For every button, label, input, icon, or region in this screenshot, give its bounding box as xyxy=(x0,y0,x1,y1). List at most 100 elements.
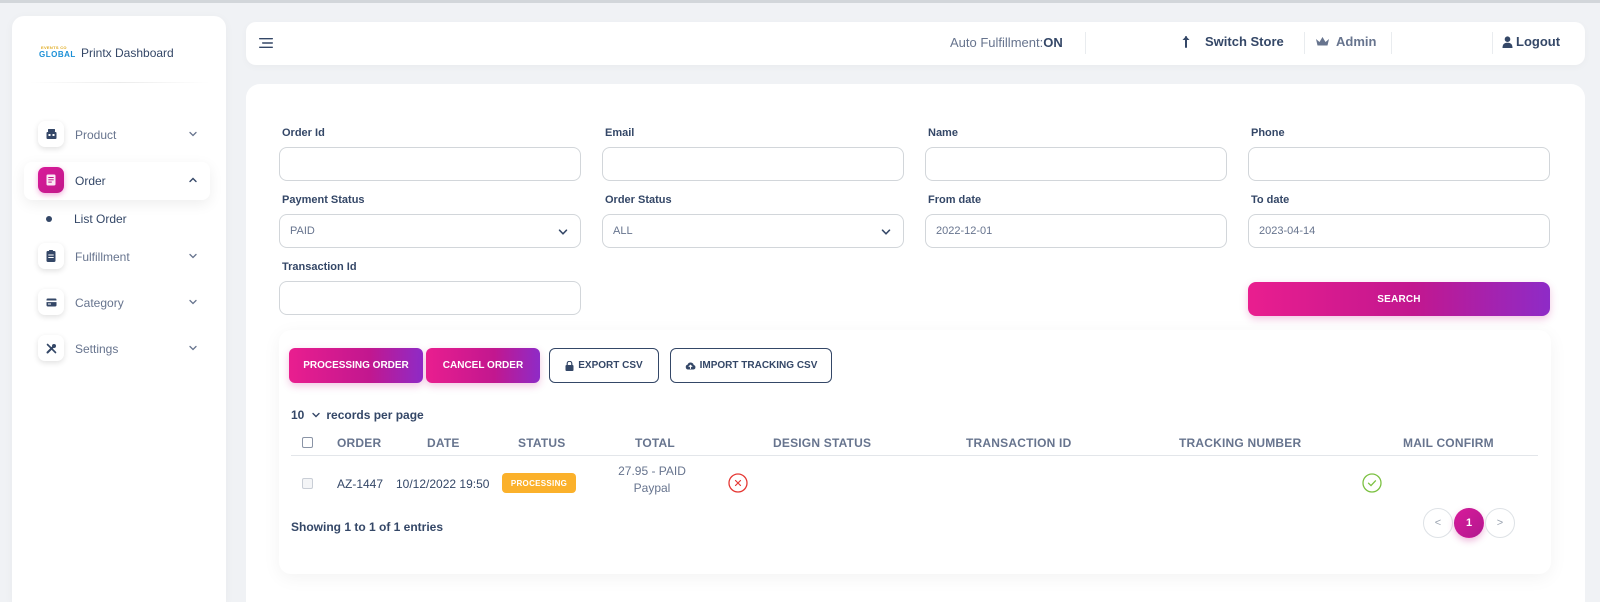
email-input[interactable] xyxy=(602,147,904,181)
pagination-next-button[interactable]: > xyxy=(1485,508,1515,538)
chevron-up-icon xyxy=(189,177,197,183)
name-label: Name xyxy=(928,127,958,139)
transaction-id-input[interactable] xyxy=(279,281,581,315)
sidebar-item-label: Settings xyxy=(75,342,119,356)
sidebar-item-label: Order xyxy=(75,174,106,188)
payment-status-value: PAID xyxy=(290,225,315,237)
sidebar-item-category[interactable]: Category xyxy=(24,284,210,322)
email-label: Email xyxy=(605,127,635,139)
top-border xyxy=(0,0,1600,3)
order-list-card: Order Id Email Name Phone Payment Status… xyxy=(246,84,1585,602)
chevron-down-icon xyxy=(312,412,321,418)
import-tracking-csv-button[interactable]: IMPORT TRACKING CSV xyxy=(670,348,832,383)
chevron-down-icon xyxy=(881,229,891,235)
bullet-icon xyxy=(46,216,52,222)
crown-icon xyxy=(1316,37,1329,46)
date-cell: 10/12/2022 19:50 xyxy=(396,477,490,491)
shop-icon xyxy=(38,121,64,147)
export-csv-button[interactable]: EXPORT CSV xyxy=(549,348,659,383)
payment-status-select[interactable]: PAID xyxy=(279,214,581,248)
table-header-divider xyxy=(291,455,1538,456)
order-id-label: Order Id xyxy=(282,127,325,139)
sidebar-item-order[interactable]: Order xyxy=(24,162,210,200)
per-page-label: records per page xyxy=(326,408,424,422)
sidebar: EVENTS CO GLOBAL Printx Dashboard Produc… xyxy=(12,16,226,602)
records-per-page: 10 records per page xyxy=(291,408,424,422)
pagination-prev-button[interactable]: < xyxy=(1423,508,1453,538)
brand-name: Printx Dashboard xyxy=(81,46,174,60)
phone-input[interactable] xyxy=(1248,147,1550,181)
chevron-down-icon xyxy=(189,131,197,137)
auto-fulfillment-value: ON xyxy=(1043,35,1063,50)
total-cell: 27.95 - PAID Paypal xyxy=(612,463,692,497)
order-id-cell[interactable]: AZ-1447 xyxy=(337,477,383,491)
to-date-input[interactable]: 2023-04-14 xyxy=(1248,214,1550,248)
transaction-id-label: Transaction Id xyxy=(282,261,357,273)
arrow-up-icon xyxy=(1182,36,1190,48)
total-amount: 27.95 - PAID xyxy=(618,464,686,478)
order-status-value: ALL xyxy=(613,225,633,237)
from-date-input[interactable]: 2022-12-01 xyxy=(925,214,1227,248)
chevron-down-icon xyxy=(558,229,568,235)
payment-status-label: Payment Status xyxy=(282,194,365,206)
pagination-page-button[interactable]: 1 xyxy=(1454,508,1484,538)
sidebar-item-fulfillment[interactable]: Fulfillment xyxy=(24,238,210,276)
payment-method: Paypal xyxy=(633,481,671,495)
export-csv-label: EXPORT CSV xyxy=(578,360,643,371)
column-header-status[interactable]: STATUS xyxy=(518,436,565,450)
sidebar-divider xyxy=(28,82,210,83)
order-status-select[interactable]: ALL xyxy=(602,214,904,248)
select-all-checkbox[interactable] xyxy=(302,437,313,448)
sidebar-item-label: Product xyxy=(75,128,117,142)
topbar-divider xyxy=(1085,32,1086,54)
sidebar-subitem-list-order[interactable]: List Order xyxy=(46,212,127,226)
chevron-down-icon xyxy=(189,345,197,351)
sidebar-item-settings[interactable]: Settings xyxy=(24,330,210,368)
chevron-down-icon xyxy=(189,299,197,305)
check-circle-icon xyxy=(1362,473,1382,493)
admin-label: Admin xyxy=(1336,34,1377,49)
name-input[interactable] xyxy=(925,147,1227,181)
to-date-label: To date xyxy=(1251,194,1290,206)
column-header-total[interactable]: TOTAL xyxy=(635,436,675,450)
column-header-order[interactable]: ORDER xyxy=(337,436,381,450)
column-header-mail-confirm[interactable]: MAIL CONFIRM xyxy=(1403,436,1494,450)
switch-store-link[interactable]: Switch Store xyxy=(1181,34,1284,49)
from-date-label: From date xyxy=(928,194,982,206)
order-doc-icon xyxy=(38,167,64,193)
switch-store-label: Switch Store xyxy=(1205,34,1284,49)
phone-label: Phone xyxy=(1251,127,1285,139)
per-page-select[interactable]: 10 xyxy=(291,408,321,422)
menu-toggle-icon[interactable] xyxy=(259,37,275,49)
entries-info: Showing 1 to 1 of 1 entries xyxy=(291,520,444,534)
row-checkbox[interactable] xyxy=(302,478,313,489)
x-circle-icon[interactable] xyxy=(728,473,748,493)
brand[interactable]: EVENTS CO GLOBAL Printx Dashboard xyxy=(39,42,174,64)
processing-order-button[interactable]: PROCESSING ORDER xyxy=(289,348,423,383)
chevron-down-icon xyxy=(189,253,197,259)
per-page-value: 10 xyxy=(291,408,305,422)
brand-logo: EVENTS CO GLOBAL xyxy=(39,45,76,61)
orders-table-card: PROCESSING ORDER CANCEL ORDER EXPORT CSV… xyxy=(279,330,1551,574)
topbar-divider xyxy=(1492,32,1493,54)
auto-fulfillment-label: Auto Fulfillment: xyxy=(950,35,1044,50)
column-header-tracking-number[interactable]: TRACKING NUMBER xyxy=(1179,436,1301,450)
status-badge: PROCESSING xyxy=(502,473,576,493)
sidebar-item-label: Fulfillment xyxy=(75,250,130,264)
user-icon xyxy=(1502,35,1513,48)
auto-fulfillment-status: Auto Fulfillment:ON xyxy=(950,35,1063,50)
search-button[interactable]: SEARCH xyxy=(1248,282,1550,316)
column-header-transaction-id[interactable]: TRANSACTION ID xyxy=(966,436,1071,450)
order-id-input[interactable] xyxy=(279,147,581,181)
sidebar-item-product[interactable]: Product xyxy=(24,116,210,154)
cloud-upload-icon xyxy=(685,362,696,370)
sidebar-item-label: Category xyxy=(75,296,124,310)
admin-link[interactable]: Admin xyxy=(1315,34,1376,49)
cancel-order-button[interactable]: CANCEL ORDER xyxy=(426,348,540,383)
brand-logo-main-text: GLOBAL xyxy=(39,50,76,59)
column-header-design-status[interactable]: DESIGN STATUS xyxy=(773,436,871,450)
logout-link[interactable]: Logout xyxy=(1502,34,1560,49)
top-navbar: Auto Fulfillment:ON Switch Store Admin L… xyxy=(246,22,1585,65)
settings-tools-icon xyxy=(38,335,64,361)
column-header-date[interactable]: DATE xyxy=(427,436,460,450)
